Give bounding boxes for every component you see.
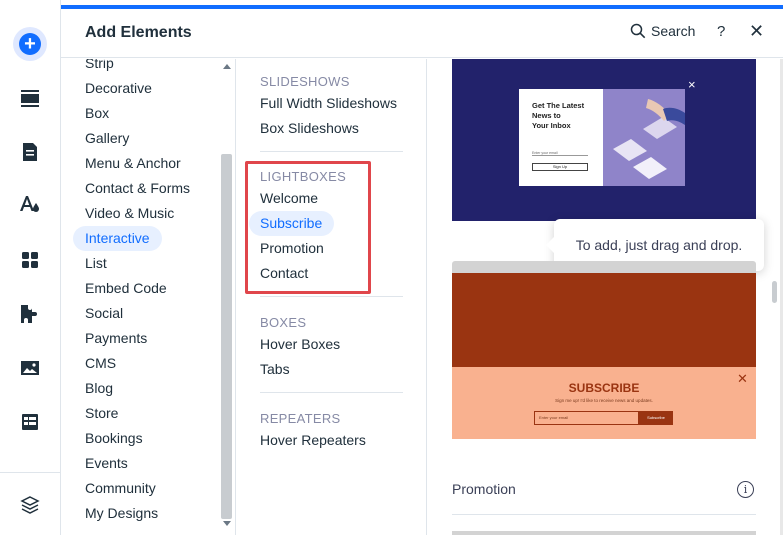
pages-icon <box>23 143 37 161</box>
boxes-section: BOXES Hover Boxes Tabs <box>260 314 410 382</box>
scroll-down-icon[interactable] <box>223 521 231 526</box>
editor-top-strip <box>0 0 783 9</box>
business-button[interactable] <box>12 296 48 332</box>
rail-divider <box>0 472 60 473</box>
image-icon <box>21 361 39 375</box>
divider <box>452 514 756 515</box>
category-item-bookings[interactable]: Bookings <box>73 426 223 451</box>
popup-signup-button: Sign Up <box>532 163 588 171</box>
panel-header: Add Elements Search ? ✕ <box>61 9 783 58</box>
popup-title-line: News to <box>532 111 561 120</box>
popup-title-line: Get The Latest <box>532 101 585 110</box>
add-icon: + <box>13 27 47 61</box>
repeaters-section: REPEATERS Hover Repeaters <box>260 410 410 453</box>
search-label: Search <box>651 23 696 39</box>
category-item-blog[interactable]: Blog <box>73 376 223 401</box>
category-item-my-designs[interactable]: My Designs <box>73 501 223 526</box>
popup-email-input: Enter your email <box>532 151 588 156</box>
add-elements-button[interactable]: + <box>12 26 48 62</box>
subscribe-lightbox-preview[interactable]: SUBSCRIBE Sign me up! I'd like to receiv… <box>452 261 756 439</box>
close-button[interactable]: ✕ <box>749 21 764 42</box>
tooltip-text: To add, just drag and drop. <box>575 237 743 253</box>
left-rail: + <box>0 0 61 535</box>
cms-button[interactable] <box>12 404 48 440</box>
popup-image <box>603 89 685 186</box>
tooltip-arrow <box>546 237 554 253</box>
layers-button[interactable] <box>12 487 48 523</box>
panel-title: Add Elements <box>85 24 192 41</box>
apps-icon <box>22 252 38 268</box>
sections-button[interactable] <box>12 80 48 116</box>
media-button[interactable] <box>12 350 48 386</box>
category-item-menu-anchor[interactable]: Menu & Anchor <box>73 151 223 176</box>
subscribe-title: SUBSCRIBE <box>568 381 640 395</box>
popup-preview: Get The Latest News to Your Inbox Enter … <box>519 89 685 186</box>
sub-item-tabs[interactable]: Tabs <box>260 357 410 382</box>
sub-item-full-width-slideshows[interactable]: Full Width Slideshows <box>260 91 410 116</box>
scroll-thumb[interactable] <box>221 154 232 519</box>
info-icon[interactable]: i <box>737 481 754 498</box>
divider <box>260 151 403 152</box>
category-item-contact-forms[interactable]: Contact & Forms <box>73 176 223 201</box>
sub-item-hover-boxes[interactable]: Hover Boxes <box>260 332 410 357</box>
apps-button[interactable] <box>12 242 48 278</box>
category-list: Strip Decorative Box Gallery Menu & Anchor Co… <box>61 59 236 535</box>
category-item-video-music[interactable]: Video & Music <box>73 201 223 226</box>
category-item-embed-code[interactable]: Embed Code <box>73 276 223 301</box>
pages-button[interactable] <box>12 134 48 170</box>
category-item-decorative[interactable]: Decorative <box>73 76 223 101</box>
help-button[interactable]: ? <box>717 23 725 40</box>
sub-item-hover-repeaters[interactable]: Hover Repeaters <box>260 428 410 453</box>
promotion-section-label: Promotion <box>452 481 516 497</box>
category-item-box[interactable]: Box <box>73 101 223 126</box>
preview-area: Get The Latest News to Your Inbox Enter … <box>428 59 783 535</box>
popup-title-line: Your Inbox <box>532 121 571 130</box>
category-item-strip[interactable]: Strip <box>73 59 223 76</box>
subscribe-button: Subscribe <box>639 411 673 425</box>
section-heading: BOXES <box>260 315 307 330</box>
close-icon: × <box>688 77 696 92</box>
sections-icon <box>21 90 39 107</box>
add-elements-panel: Add Elements Search ? ✕ Strip Decorative B… <box>61 9 783 535</box>
subscribe-popup-preview: SUBSCRIBE Sign me up! I'd like to receiv… <box>452 367 756 439</box>
welcome-lightbox-preview[interactable]: Get The Latest News to Your Inbox Enter … <box>452 59 756 221</box>
section-heading: REPEATERS <box>260 411 341 426</box>
close-icon: ✕ <box>737 371 748 386</box>
category-item-list[interactable]: List <box>73 251 223 276</box>
category-item-cms[interactable]: CMS <box>73 351 223 376</box>
theme-icon <box>20 196 39 212</box>
category-item-social[interactable]: Social <box>73 301 223 326</box>
category-item-store[interactable]: Store <box>73 401 223 426</box>
lightboxes-highlight <box>245 161 371 294</box>
category-item-gallery[interactable]: Gallery <box>73 126 223 151</box>
table-icon <box>22 414 38 430</box>
promotion-preview-card[interactable] <box>452 531 756 535</box>
category-item-community[interactable]: Community <box>73 476 223 501</box>
sub-item-box-slideshows[interactable]: Box Slideshows <box>260 116 410 141</box>
divider <box>260 392 403 393</box>
scroll-up-icon[interactable] <box>223 64 231 69</box>
search-button[interactable]: Search <box>630 23 695 39</box>
preview-scroll-thumb[interactable] <box>772 281 777 303</box>
preview-top-band <box>452 273 756 367</box>
search-icon <box>630 23 646 39</box>
category-item-interactive[interactable]: Interactive <box>73 226 162 251</box>
subcategory-list: SLIDESHOWS Full Width Slideshows Box Sli… <box>237 59 427 535</box>
subscribe-text: Sign me up! I'd like to receive news and… <box>555 398 653 403</box>
category-item-payments[interactable]: Payments <box>73 326 223 351</box>
category-item-events[interactable]: Events <box>73 451 223 476</box>
layers-icon <box>20 496 40 514</box>
subscribe-email-input: Enter your email <box>534 411 639 425</box>
section-heading: SLIDESHOWS <box>260 74 350 89</box>
theme-button[interactable] <box>12 186 48 222</box>
slideshows-section: SLIDESHOWS Full Width Slideshows Box Sli… <box>260 73 410 141</box>
divider <box>260 296 403 297</box>
puzzle-icon <box>21 305 37 323</box>
category-scrollbar[interactable] <box>220 59 234 535</box>
